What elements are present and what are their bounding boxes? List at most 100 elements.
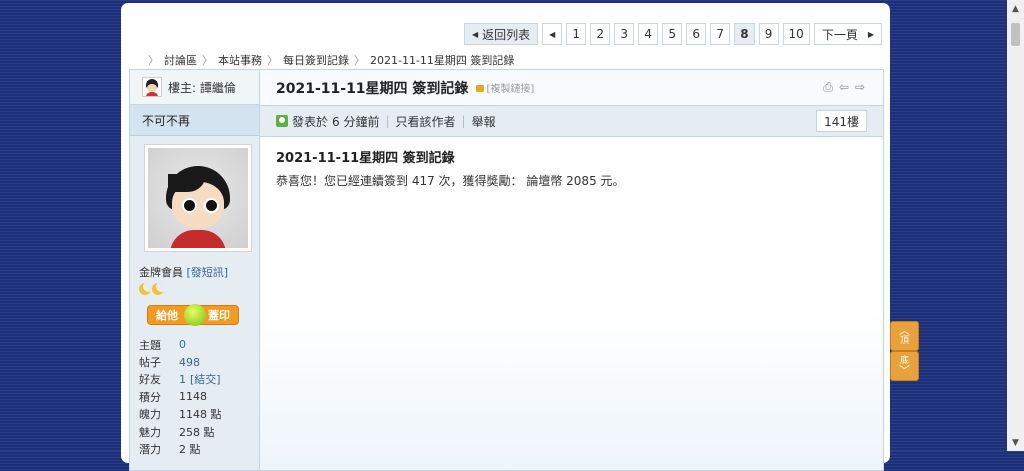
chevron-right-icon: 〉 xyxy=(354,54,365,67)
report-link[interactable]: 舉報 xyxy=(472,113,496,130)
stat-key: 魅力 xyxy=(139,425,161,439)
owner-avatar[interactable] xyxy=(142,77,162,97)
chevron-right-icon: 〉 xyxy=(148,54,159,67)
page-9-link[interactable]: 9 xyxy=(758,23,779,45)
rank-icons xyxy=(139,283,259,297)
triangle-right-icon: ▶ xyxy=(867,29,874,39)
content-body: 恭喜您！您已經連續簽到 417 次，獲得獎勵： 論壇幣 2085 元。 xyxy=(276,174,625,188)
pagination: ◀ 返回列表 ◀ 1 2 3 4 5 6 7 8 9 10 下一頁 ▶ xyxy=(464,23,882,45)
ball-icon xyxy=(184,304,206,326)
stat-key: 魄力 xyxy=(139,408,161,422)
post-info-bar: 發表於 6 分鐘前 | 只看該作者 | 舉報 141樓 xyxy=(260,106,883,137)
stat-row: 潛力 2 點 xyxy=(139,440,259,457)
user-icon xyxy=(276,115,288,127)
stat-value: 258 點 xyxy=(179,425,215,439)
user-group: 金牌會員 [發短訊] xyxy=(139,264,259,280)
stat-row: 主題 0 xyxy=(139,336,259,353)
page-6-link[interactable]: 6 xyxy=(686,23,707,45)
page-7-link[interactable]: 7 xyxy=(710,23,731,45)
content-title: 2021-11-11星期四 簽到記錄 xyxy=(276,151,455,166)
username[interactable]: 不可不再 xyxy=(130,105,259,136)
content-panel: ◀ 返回列表 ◀ 1 2 3 4 5 6 7 8 9 10 下一頁 ▶ 〉 討論… xyxy=(121,3,890,471)
user-stats: 主題 0 帖子 498 好友 1 [結交] 積分 1148 魄力 1148 點 … xyxy=(139,336,259,458)
breadcrumb-daily-checkin[interactable]: 每日簽到記錄 xyxy=(283,52,349,68)
chevron-up-icon: ︿ xyxy=(899,324,910,337)
stat-row: 帖子 498 xyxy=(139,353,259,370)
page-3-link[interactable]: 3 xyxy=(614,23,635,45)
scroll-down-arrow-icon[interactable]: ▼ xyxy=(1007,434,1024,451)
stat-key: 主題 xyxy=(139,338,161,352)
stat-row: 魄力 1148 點 xyxy=(139,406,259,423)
scrollbar-thumb[interactable] xyxy=(1011,23,1020,46)
stat-value[interactable]: 0 xyxy=(179,338,186,351)
post-content: 2021-11-11星期四 簽到記錄 恭喜您！您已經連續簽到 417 次，獲得獎… xyxy=(260,137,883,199)
scroll-up-arrow-icon[interactable]: ▲ xyxy=(1007,0,1024,17)
print-icon[interactable]: ⎙ xyxy=(823,80,833,95)
stat-value: 1148 點 xyxy=(179,408,222,422)
breadcrumb: 〉 討論區 〉 本站事務 〉 每日簽到記錄 〉 2021-11-11星期四 簽到… xyxy=(143,52,514,68)
floor-number[interactable]: 141樓 xyxy=(816,110,867,132)
divider: | xyxy=(385,114,390,128)
chevron-right-icon: 〉 xyxy=(202,54,213,67)
back-to-list-button[interactable]: ◀ 返回列表 xyxy=(464,23,539,45)
breadcrumb-current[interactable]: 2021-11-11星期四 簽到記錄 xyxy=(370,52,514,68)
thread-owner: 樓主: 譚繼倫 xyxy=(130,70,259,105)
group-label[interactable]: 金牌會員 xyxy=(139,266,183,279)
avatar[interactable] xyxy=(144,144,252,252)
thread-tools: ⎙ ⇦ ⇨ xyxy=(823,80,865,95)
send-pm-link[interactable]: [發短訊] xyxy=(187,266,229,279)
stamp-button[interactable]: 給他 蓋印 xyxy=(147,304,239,326)
stat-key: 好友 xyxy=(139,373,161,387)
thread-title-bar: 2021-11-11星期四 簽到記錄 [複製鏈接] ⎙ ⇦ ⇨ xyxy=(260,70,883,106)
lock-icon xyxy=(476,85,485,92)
breadcrumb-forum[interactable]: 討論區 xyxy=(164,52,197,68)
stamp-left-label: 給他 xyxy=(156,309,178,322)
add-friend-link[interactable]: [結交] xyxy=(190,371,221,387)
scroll-bottom-button[interactable]: 底 ﹀ xyxy=(890,351,919,381)
triangle-left-icon: ◀ xyxy=(472,29,479,39)
stamp-right-label: 蓋印 xyxy=(208,309,230,322)
stat-row: 積分 1148 xyxy=(139,388,259,405)
scroll-top-label: 頂 xyxy=(899,336,909,346)
stat-key: 積分 xyxy=(139,390,161,404)
page-2-link[interactable]: 2 xyxy=(590,23,611,45)
page-1-link[interactable]: 1 xyxy=(566,23,587,45)
posted-time: 6 分鐘前 xyxy=(332,114,380,129)
chevron-down-icon: ﹀ xyxy=(899,364,910,377)
back-to-list-label: 返回列表 xyxy=(482,27,531,42)
copy-link[interactable]: [複製鏈接] xyxy=(476,80,534,95)
post-main: 2021-11-11星期四 簽到記錄 [複製鏈接] ⎙ ⇦ ⇨ 發表於 6 分鐘… xyxy=(260,70,883,470)
stat-row: 魅力 258 點 xyxy=(139,423,259,440)
breadcrumb-site-affairs[interactable]: 本站事務 xyxy=(218,52,262,68)
moon-icon xyxy=(139,283,151,295)
stat-value[interactable]: 1 xyxy=(179,373,186,386)
stat-key: 潛力 xyxy=(139,443,161,457)
page-5-link[interactable]: 5 xyxy=(662,23,683,45)
divider: | xyxy=(461,114,466,128)
post: 樓主: 譚繼倫 不可不再 金牌會員 [發短訊] 給他 蓋印 主題 0 帖子 49… xyxy=(129,69,884,471)
arrow-right-icon[interactable]: ⇨ xyxy=(855,80,865,95)
stat-key: 帖子 xyxy=(139,356,161,370)
moon-icon xyxy=(152,283,164,295)
posted-prefix: 發表於 xyxy=(292,114,329,129)
triangle-left-icon: ◀ xyxy=(549,29,556,39)
stat-value: 1148 xyxy=(179,390,207,404)
user-sidebar: 樓主: 譚繼倫 不可不再 金牌會員 [發短訊] 給他 蓋印 主題 0 帖子 49… xyxy=(130,70,260,470)
next-page-label: 下一頁 xyxy=(821,27,858,42)
copy-link-label: [複製鏈接] xyxy=(486,84,535,95)
thread-title: 2021-11-11星期四 簽到記錄 xyxy=(276,80,469,97)
page-8-current[interactable]: 8 xyxy=(734,23,755,45)
scroll-top-button[interactable]: ︿ 頂 xyxy=(890,321,919,351)
stat-value: 2 點 xyxy=(179,443,201,457)
stat-value[interactable]: 498 xyxy=(179,356,200,369)
page-4-link[interactable]: 4 xyxy=(638,23,659,45)
page-10-link[interactable]: 10 xyxy=(782,23,810,45)
chevron-right-icon: 〉 xyxy=(267,54,278,67)
arrow-left-icon[interactable]: ⇦ xyxy=(839,80,849,95)
stat-row: 好友 1 [結交] xyxy=(139,371,259,388)
author-only-link[interactable]: 只看該作者 xyxy=(396,113,456,130)
owner-label[interactable]: 樓主: 譚繼倫 xyxy=(168,79,236,96)
prev-page-button[interactable]: ◀ xyxy=(542,23,563,45)
page-scrollbar[interactable]: ▲ ▼ xyxy=(1007,0,1024,451)
next-page-button[interactable]: 下一頁 ▶ xyxy=(813,23,882,45)
